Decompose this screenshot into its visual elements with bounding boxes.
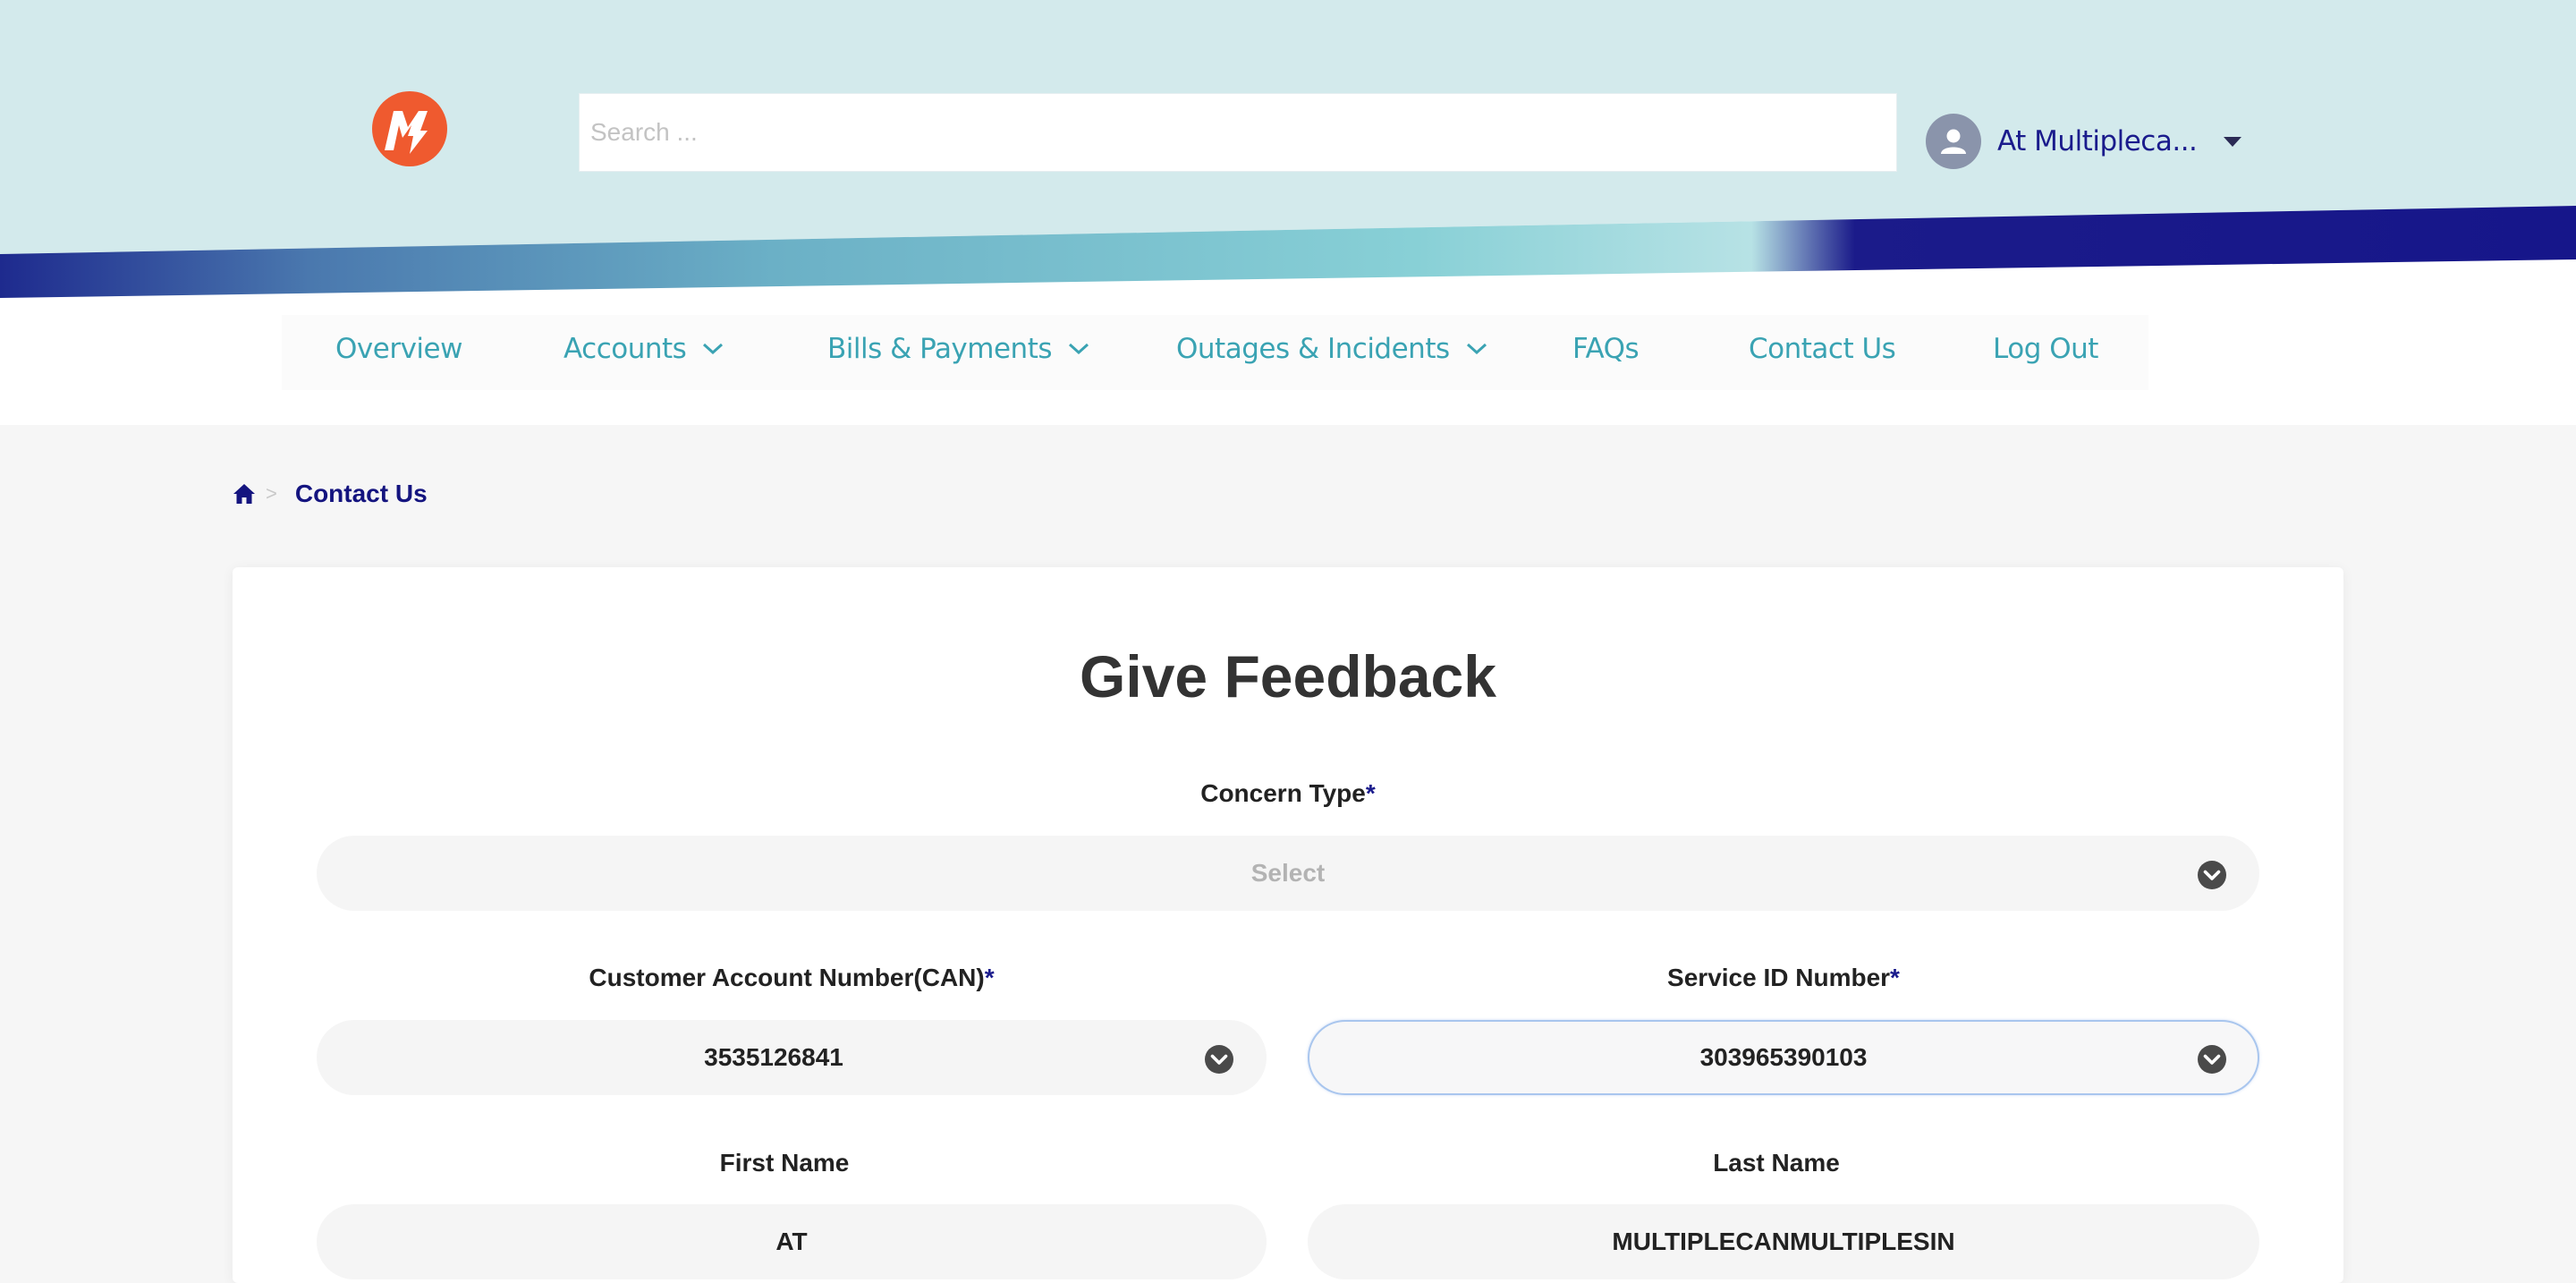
nav-item-faqs[interactable]: FAQs xyxy=(1572,333,1640,365)
breadcrumb-current: Contact Us xyxy=(294,480,428,507)
nav-item-overview[interactable]: Overview xyxy=(335,333,462,365)
concern-type-label: Concern Type* xyxy=(1200,779,1376,807)
chevron-down-circle-icon xyxy=(1205,1045,1233,1074)
last-name-label: Last Name xyxy=(1713,1149,1840,1177)
service-id-value: 303965390103 xyxy=(1699,1043,1868,1071)
user-name: At Multipleca... xyxy=(1997,125,2198,157)
nav-item-label: Log Out xyxy=(1993,333,2098,365)
service-id-select[interactable]: 303965390103 xyxy=(1308,1020,2259,1095)
required-marker: * xyxy=(984,964,995,991)
can-label: Customer Account Number(CAN)* xyxy=(589,964,995,991)
caret-down-icon[interactable] xyxy=(2224,136,2242,147)
avatar xyxy=(1926,114,1981,169)
nav-item-label: Outages & Incidents xyxy=(1176,333,1450,365)
first-name-field[interactable]: AT xyxy=(317,1204,1267,1279)
brand-logo[interactable] xyxy=(372,91,447,166)
nav-item-outages-incidents[interactable]: Outages & Incidents xyxy=(1176,333,1487,365)
can-value: 3535126841 xyxy=(704,1043,843,1071)
concern-type-select[interactable]: Select xyxy=(317,836,2259,911)
nav-item-label: Contact Us xyxy=(1749,333,1896,365)
first-name-value: AT xyxy=(775,1228,808,1255)
page-title: Give Feedback xyxy=(1080,643,1496,709)
user-icon xyxy=(1941,129,1966,154)
site-header: At Multipleca... Overview Accounts Bills… xyxy=(0,0,2576,425)
chevron-down-icon xyxy=(702,343,724,355)
nav-item-bills-payments[interactable]: Bills & Payments xyxy=(827,333,1089,365)
chevron-down-icon xyxy=(1068,343,1089,355)
last-name-value: MULTIPLECANMULTIPLESIN xyxy=(1612,1228,1955,1255)
nav-item-contact-us[interactable]: Contact Us xyxy=(1749,333,1896,365)
required-marker: * xyxy=(1365,779,1376,807)
nav-item-label: Overview xyxy=(335,333,462,365)
nav-item-label: Bills & Payments xyxy=(827,333,1053,365)
required-marker: * xyxy=(1890,964,1900,991)
chevron-down-circle-icon xyxy=(2198,1045,2226,1074)
chevron-down-icon xyxy=(1466,343,1487,355)
first-name-label: First Name xyxy=(719,1149,850,1177)
main-nav: Overview Accounts Bills & Payments Outag… xyxy=(282,315,2148,390)
breadcrumb: > Contact Us xyxy=(232,480,428,508)
service-id-label: Service ID Number* xyxy=(1667,964,1900,991)
search-input[interactable] xyxy=(579,93,1897,172)
nav-item-label: Accounts xyxy=(564,333,687,365)
nav-item-log-out[interactable]: Log Out xyxy=(1993,333,2098,365)
concern-type-value: Select xyxy=(1250,859,1326,887)
nav-item-label: FAQs xyxy=(1572,333,1640,365)
home-icon[interactable] xyxy=(232,482,257,506)
can-select[interactable]: 3535126841 xyxy=(317,1020,1267,1095)
last-name-field[interactable]: MULTIPLECANMULTIPLESIN xyxy=(1308,1204,2259,1279)
breadcrumb-separator: > xyxy=(266,482,277,505)
chevron-down-circle-icon xyxy=(2198,861,2226,889)
nav-item-accounts[interactable]: Accounts xyxy=(564,333,724,365)
user-menu[interactable]: At Multipleca... xyxy=(1926,113,2242,170)
